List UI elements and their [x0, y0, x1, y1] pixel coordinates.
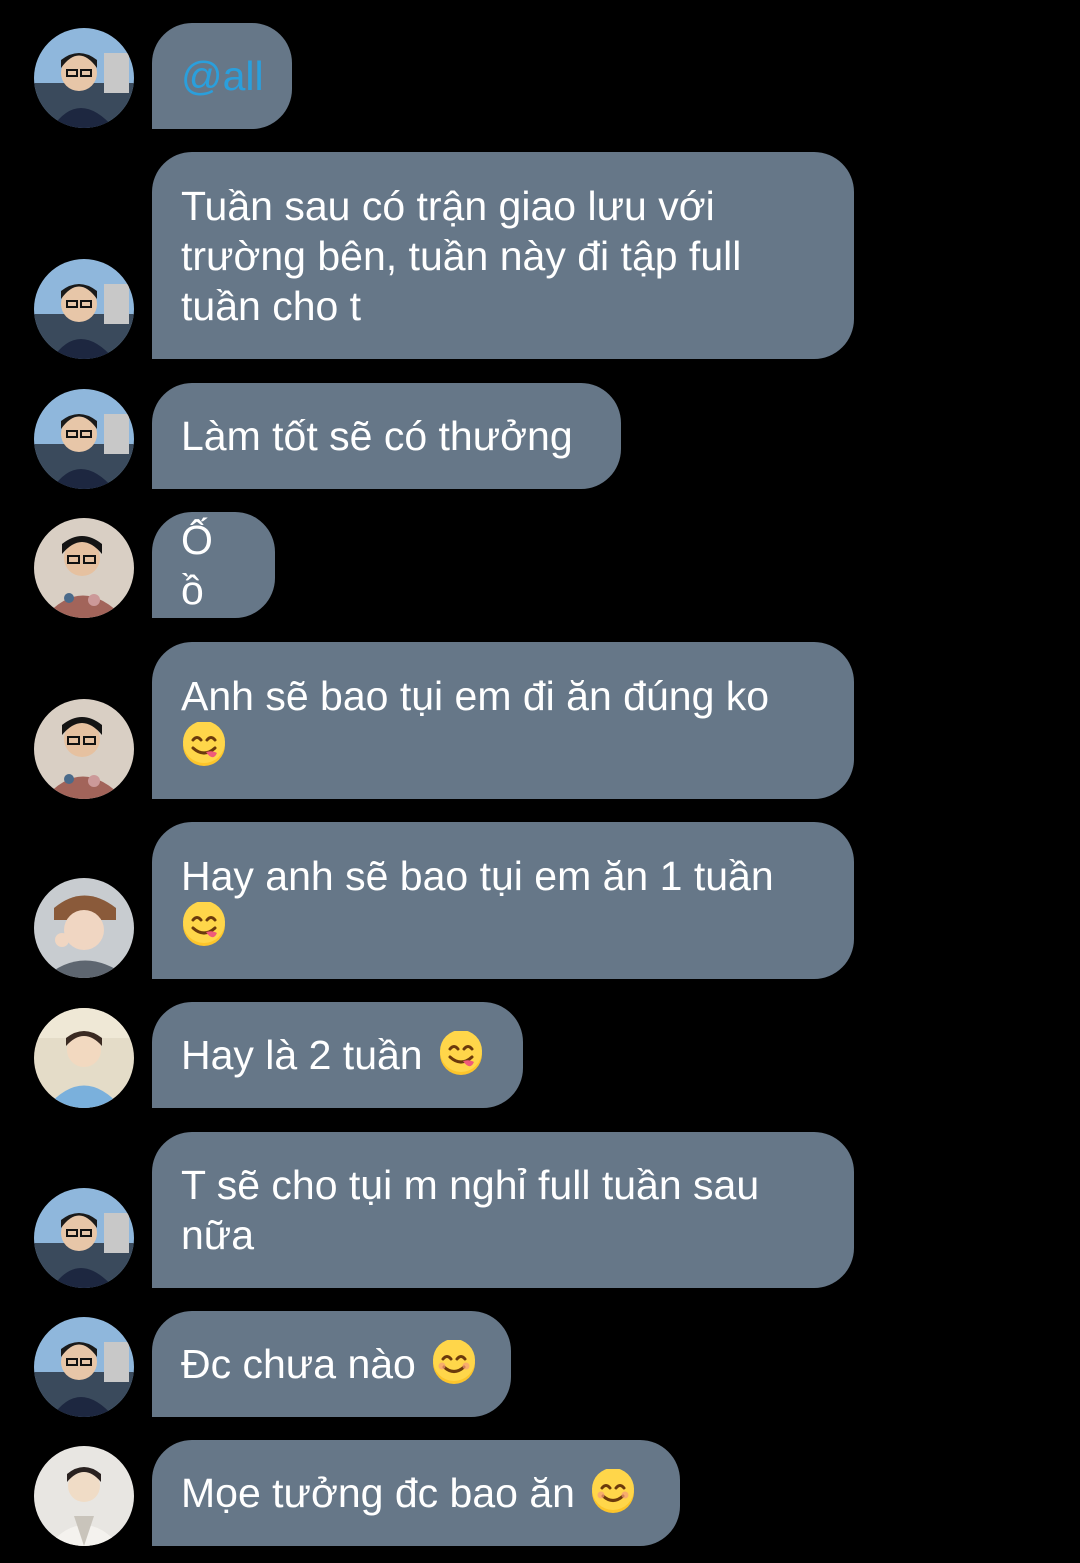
avatar-2-icon — [34, 518, 134, 618]
message-text: Làm tốt sẽ có thưởng — [181, 413, 573, 459]
message-bubble[interactable]: Anh sẽ bao tụi em đi ăn đúng ko — [152, 642, 854, 799]
message-bubble[interactable]: T sẽ cho tụi m nghỉ full tuần sau nữa — [152, 1132, 854, 1288]
message-text: Đc chưa nào — [181, 1341, 428, 1387]
message-bubble[interactable]: Hay anh sẽ bao tụi em ăn 1 tuần — [152, 822, 854, 979]
message-text: Ố ồ — [181, 517, 225, 613]
avatar[interactable] — [34, 1446, 134, 1546]
message-row[interactable]: Làm tốt sẽ có thưởng — [0, 383, 1080, 489]
message-row[interactable]: Đc chưa nào — [0, 1311, 1080, 1417]
message-bubble[interactable]: Hay là 2 tuần — [152, 1002, 523, 1108]
mention-text[interactable]: @all — [181, 51, 264, 101]
message-bubble[interactable]: Mọe tưởng đc bao ăn — [152, 1440, 680, 1546]
yum-emoji-icon — [181, 901, 227, 948]
smile-emoji-icon — [590, 1469, 636, 1515]
avatar[interactable] — [34, 1008, 134, 1108]
avatar[interactable] — [34, 878, 134, 978]
message-row[interactable]: Hay là 2 tuần — [0, 1002, 1080, 1108]
avatar[interactable] — [34, 518, 134, 618]
message-text: Hay anh sẽ bao tụi em ăn 1 tuần — [181, 852, 774, 899]
message-text: Tuần sau có trận giao lưu với trường bên… — [181, 182, 742, 329]
message-bubble[interactable]: Tuần sau có trận giao lưu với trường bên… — [152, 152, 854, 359]
avatar-1-icon — [34, 28, 134, 128]
message-row[interactable]: @all — [0, 23, 1080, 129]
message-row[interactable]: Anh sẽ bao tụi em đi ăn đúng ko — [0, 642, 1080, 799]
message-text: Hay là 2 tuần — [181, 1032, 434, 1078]
avatar-5-icon — [34, 1446, 134, 1546]
avatar[interactable] — [34, 699, 134, 799]
avatar-1-icon — [34, 259, 134, 359]
message-text: Mọe tưởng đc bao ăn — [181, 1470, 587, 1516]
avatar-1-icon — [34, 1317, 134, 1417]
avatar[interactable] — [34, 1188, 134, 1288]
message-row[interactable]: Tuần sau có trận giao lưu với trường bên… — [0, 152, 1080, 359]
message-text: T sẽ cho tụi m nghỉ full tuần sau nữa — [181, 1162, 760, 1258]
avatar-3-icon — [34, 878, 134, 978]
message-bubble[interactable]: Đc chưa nào — [152, 1311, 511, 1417]
smile-emoji-icon — [431, 1340, 477, 1386]
message-bubble[interactable]: Làm tốt sẽ có thưởng — [152, 383, 621, 489]
yum-emoji-icon — [181, 721, 227, 768]
avatar[interactable] — [34, 389, 134, 489]
avatar[interactable] — [34, 1317, 134, 1417]
avatar-2-icon — [34, 699, 134, 799]
avatar[interactable] — [34, 28, 134, 128]
avatar-1-icon — [34, 389, 134, 489]
message-row[interactable]: Mọe tưởng đc bao ăn — [0, 1440, 1080, 1546]
message-bubble[interactable]: Ố ồ — [152, 512, 275, 618]
message-row[interactable]: Ố ồ — [0, 512, 1080, 618]
yum-emoji-icon — [438, 1031, 484, 1077]
message-text: Anh sẽ bao tụi em đi ăn đúng ko — [181, 672, 770, 719]
avatar-4-icon — [34, 1008, 134, 1108]
message-row[interactable]: Hay anh sẽ bao tụi em ăn 1 tuần — [0, 822, 1080, 979]
message-row[interactable]: T sẽ cho tụi m nghỉ full tuần sau nữa — [0, 1132, 1080, 1288]
avatar-1-icon — [34, 1188, 134, 1288]
avatar[interactable] — [34, 259, 134, 359]
message-bubble[interactable]: @all — [152, 23, 292, 129]
